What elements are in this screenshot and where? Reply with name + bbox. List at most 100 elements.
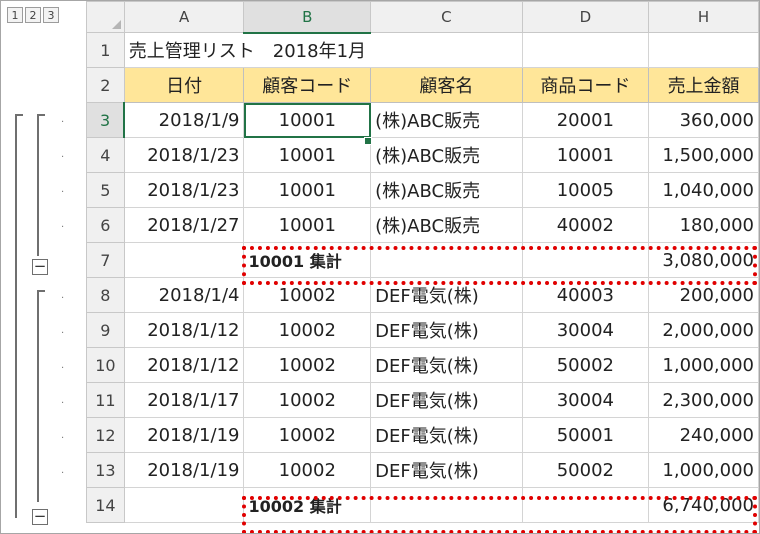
subtotal-label[interactable]: 10002 集計 [243,487,372,523]
sheet-title[interactable]: 売上管理リスト 2018年1月 [123,32,523,68]
customer-code-cell[interactable]: 10002 [243,347,372,383]
subtotal-amount[interactable]: 3,080,000 [648,242,759,278]
outline-level-1-button[interactable]: 1 [7,7,23,23]
subtotal-amount[interactable]: 6,740,000 [648,487,759,523]
outline-dot-icon: · [61,363,65,374]
header-product-code[interactable]: 商品コード [521,67,650,103]
column-header-a[interactable]: A [123,1,245,33]
amount-cell[interactable]: 180,000 [648,207,759,243]
header-date[interactable]: 日付 [123,67,245,103]
date-cell[interactable]: 2018/1/27 [123,207,245,243]
customer-name-cell[interactable]: (株)ABC販売 [370,207,523,243]
cell[interactable] [123,242,245,278]
cell[interactable] [521,242,650,278]
header-sales-amount[interactable]: 売上金額 [648,67,759,103]
date-cell[interactable]: 2018/1/17 [123,382,245,418]
customer-name-cell[interactable]: DEF電気(株) [370,347,523,383]
customer-name-cell[interactable]: DEF電気(株) [370,417,523,453]
date-cell[interactable]: 2018/1/23 [123,172,245,208]
date-cell[interactable]: 2018/1/4 [123,277,245,313]
worksheet-grid: A B C D H 1 売上管理リスト 2018年1月 2 日付 顧客コード 顧… [86,1,759,523]
cell[interactable] [370,242,523,278]
date-cell[interactable]: 2018/1/19 [123,417,245,453]
row-header[interactable]: 3 [86,102,126,138]
amount-cell[interactable]: 360,000 [648,102,759,138]
customer-name-cell[interactable]: (株)ABC販売 [370,172,523,208]
date-cell[interactable]: 2018/1/9 [123,102,245,138]
row-header[interactable]: 10 [86,347,125,383]
customer-code-cell[interactable]: 10002 [243,277,372,313]
cell[interactable] [521,32,650,68]
date-cell[interactable]: 2018/1/23 [123,137,245,173]
product-code-cell[interactable]: 30004 [521,382,650,418]
customer-code-cell[interactable]: 10001 [243,207,372,243]
amount-cell[interactable]: 240,000 [648,417,759,453]
customer-name-cell[interactable]: DEF電気(株) [370,312,523,348]
row-header[interactable]: 13 [86,452,125,488]
header-customer-name[interactable]: 顧客名 [370,67,523,103]
outline-level-3-button[interactable]: 3 [43,7,59,23]
product-code-cell[interactable]: 10005 [521,172,650,208]
column-header-h[interactable]: H [648,1,759,33]
outline-level-2-button[interactable]: 2 [25,7,41,23]
customer-code-cell[interactable]: 10002 [243,312,372,348]
row-header[interactable]: 2 [86,67,125,103]
product-code-cell[interactable]: 40002 [521,207,650,243]
subtotal-label[interactable]: 10001 集計 [243,242,372,278]
customer-code-cell[interactable]: 10002 [243,417,372,453]
amount-cell[interactable]: 2,300,000 [648,382,759,418]
customer-code-cell[interactable]: 10001 [243,137,372,173]
customer-name-cell[interactable]: DEF電気(株) [370,277,523,313]
active-cell[interactable]: 10001 [243,102,372,138]
column-header-d[interactable]: D [521,1,650,33]
collapse-group1-icon[interactable]: − [32,259,48,275]
fill-handle[interactable] [364,137,372,145]
product-code-cell[interactable]: 30004 [521,312,650,348]
select-all-corner[interactable] [86,1,125,33]
column-header-c[interactable]: C [370,1,523,33]
subtotal-row: 14 10002 集計 6,740,000 [86,487,759,523]
product-code-cell[interactable]: 50002 [521,452,650,488]
row-header[interactable]: 7 [86,242,125,278]
product-code-cell[interactable]: 10001 [521,137,650,173]
customer-name-cell[interactable]: DEF電気(株) [370,382,523,418]
header-customer-code[interactable]: 顧客コード [243,67,372,103]
cell[interactable] [648,32,759,68]
customer-code-cell[interactable]: 10002 [243,382,372,418]
row-header[interactable]: 1 [86,32,125,68]
row-header[interactable]: 9 [86,312,125,348]
outline-dot-icon: · [61,433,65,444]
row-header[interactable]: 4 [86,137,125,173]
customer-name-cell[interactable]: (株)ABC販売 [370,102,523,138]
cell[interactable] [370,487,523,523]
amount-cell[interactable]: 1,000,000 [648,452,759,488]
row-header[interactable]: 11 [86,382,125,418]
column-header-b[interactable]: B [243,1,372,34]
date-cell[interactable]: 2018/1/12 [123,347,245,383]
cell[interactable] [521,487,650,523]
amount-cell[interactable]: 2,000,000 [648,312,759,348]
product-code-cell[interactable]: 40003 [521,277,650,313]
amount-cell[interactable]: 1,000,000 [648,347,759,383]
date-cell[interactable]: 2018/1/19 [123,452,245,488]
cell[interactable] [123,487,245,523]
collapse-group2-icon[interactable]: − [32,509,48,525]
table-row: 12 2018/1/19 10002 DEF電気(株) 50001 240,00… [86,417,759,453]
row-header[interactable]: 12 [86,417,125,453]
amount-cell[interactable]: 1,500,000 [648,137,759,173]
row-header[interactable]: 14 [86,487,125,523]
row-header[interactable]: 8 [86,277,125,313]
product-code-cell[interactable]: 20001 [521,102,650,138]
customer-code-cell[interactable]: 10001 [243,172,372,208]
product-code-cell[interactable]: 50001 [521,417,650,453]
customer-code-cell[interactable]: 10002 [243,452,372,488]
row-header[interactable]: 6 [86,207,125,243]
date-cell[interactable]: 2018/1/12 [123,312,245,348]
table-row: 2 日付 顧客コード 顧客名 商品コード 売上金額 [86,67,759,103]
customer-name-cell[interactable]: DEF電気(株) [370,452,523,488]
amount-cell[interactable]: 200,000 [648,277,759,313]
product-code-cell[interactable]: 50002 [521,347,650,383]
customer-name-cell[interactable]: (株)ABC販売 [370,137,523,173]
amount-cell[interactable]: 1,040,000 [648,172,759,208]
row-header[interactable]: 5 [86,172,125,208]
